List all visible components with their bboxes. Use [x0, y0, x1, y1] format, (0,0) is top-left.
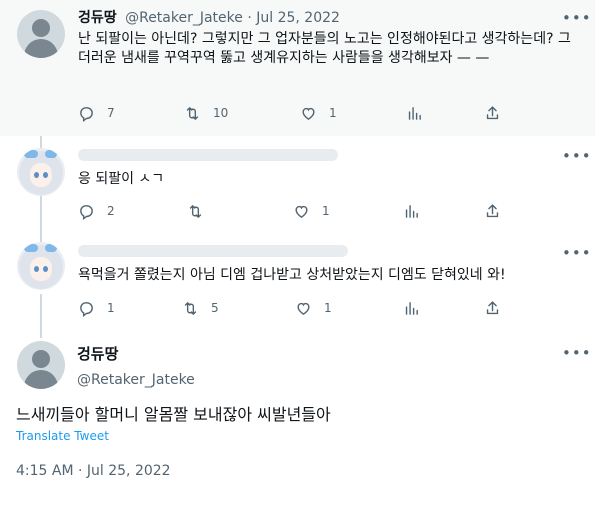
avatar-body: [24, 39, 58, 58]
heart-icon: [295, 300, 312, 317]
avatar[interactable]: [17, 10, 65, 58]
retweet-icon: [184, 105, 201, 122]
tweet[interactable]: 겅듀땅 @Retaker_Jateke · Jul 25, 2022 ••• 난…: [0, 0, 595, 136]
avatar[interactable]: [17, 148, 65, 196]
reply-icon: [78, 203, 95, 220]
avatar-bow: [45, 244, 57, 252]
tweet-text: 느새끼들아 할머니 알몸짤 보내잖아 씨발년들아: [16, 405, 331, 424]
reply-button[interactable]: 1: [78, 299, 115, 317]
blurred-user-info: [78, 149, 338, 161]
retweet-count: 10: [213, 106, 229, 120]
main-tweet: 겅듀땅 @Retaker_Jateke ••• 느새끼들아 할머니 알몸짤 보내…: [0, 331, 595, 506]
like-count: 1: [324, 301, 332, 315]
like-count: 1: [329, 106, 337, 120]
reply-icon: [78, 105, 95, 122]
more-horizontal-icon[interactable]: •••: [562, 246, 591, 261]
share-icon: [484, 105, 501, 122]
tweet-date[interactable]: Jul 25, 2022: [256, 10, 340, 26]
avatar-head: [32, 350, 50, 368]
analytics-icon: [406, 105, 423, 122]
blurred-user-info: [78, 245, 348, 257]
tweet-header: 겅듀땅 @Retaker_Jateke · Jul 25, 2022: [78, 9, 340, 27]
reply-count: 1: [107, 301, 115, 315]
heart-icon: [300, 105, 317, 122]
avatar-body: [24, 370, 58, 389]
retweet-button[interactable]: 5: [182, 299, 219, 317]
analytics-icon: [403, 300, 420, 317]
reply-count: 7: [107, 106, 115, 120]
avatar-eye: [34, 172, 39, 178]
heart-icon: [293, 203, 310, 220]
share-button[interactable]: [484, 202, 501, 220]
tweet-header: [78, 146, 338, 164]
avatar-bow: [24, 244, 38, 252]
share-icon: [484, 300, 501, 317]
avatar-eye: [34, 266, 39, 272]
views-button[interactable]: [403, 299, 420, 317]
tweet-timestamp[interactable]: 4:15 AM · Jul 25, 2022: [16, 463, 171, 479]
share-button[interactable]: [484, 104, 501, 122]
more-horizontal-icon[interactable]: •••: [562, 149, 591, 164]
avatar-eye: [43, 266, 48, 272]
handle[interactable]: @Retaker_Jateke: [125, 10, 243, 26]
retweet-button[interactable]: [187, 202, 204, 220]
tweet-text: 응 되팔이 ㅅㄱ: [78, 171, 165, 187]
reply-button[interactable]: 2: [78, 202, 115, 220]
avatar-bow: [45, 150, 57, 158]
tweet[interactable]: ••• 응 되팔이 ㅅㄱ 2 1: [0, 136, 595, 233]
avatar[interactable]: [17, 341, 65, 389]
tweet-actions: 7 10 1: [78, 104, 578, 122]
like-button[interactable]: 1: [293, 202, 330, 220]
like-button[interactable]: 1: [295, 299, 332, 317]
avatar-eye: [43, 172, 48, 178]
avatar-head: [32, 19, 50, 37]
more-horizontal-icon[interactable]: •••: [562, 11, 591, 26]
tweet-text: 욕먹을거 쫄렸는지 아님 디엠 겁나받고 상처받았는지 디엠도 닫혀있네 와!: [78, 267, 506, 283]
more-horizontal-icon[interactable]: •••: [562, 346, 591, 361]
tweet-actions: 1 5 1: [78, 299, 578, 317]
avatar[interactable]: [17, 242, 65, 290]
display-name[interactable]: 겅듀땅: [77, 344, 195, 364]
tweet-text: 난 되팔이는 아닌데? 그렇지만 그 업자분들의 노고는 인정해야된다고 생각하…: [78, 31, 571, 66]
retweet-icon: [182, 300, 199, 317]
tweet-header: [78, 242, 348, 260]
reply-count: 2: [107, 204, 115, 218]
analytics-icon: [403, 203, 420, 220]
display-name[interactable]: 겅듀땅: [78, 10, 117, 26]
tweet-actions: 2 1: [78, 202, 578, 220]
retweet-count: 5: [211, 301, 219, 315]
handle[interactable]: @Retaker_Jateke: [77, 370, 195, 390]
author-info[interactable]: 겅듀땅 @Retaker_Jateke: [77, 344, 195, 390]
translate-tweet-link[interactable]: Translate Tweet: [16, 429, 109, 443]
retweet-icon: [187, 203, 204, 220]
reply-icon: [78, 300, 95, 317]
views-button[interactable]: [403, 202, 420, 220]
retweet-button[interactable]: 10: [184, 104, 228, 122]
views-button[interactable]: [406, 104, 423, 122]
like-button[interactable]: 1: [300, 104, 337, 122]
share-button[interactable]: [484, 299, 501, 317]
share-icon: [484, 203, 501, 220]
tweet[interactable]: ••• 욕먹을거 쫄렸는지 아님 디엠 겁나받고 상처받았는지 디엠도 닫혀있네…: [0, 233, 595, 331]
avatar-bow: [24, 150, 38, 158]
like-count: 1: [322, 204, 330, 218]
separator: ·: [247, 10, 252, 26]
reply-button[interactable]: 7: [78, 104, 115, 122]
